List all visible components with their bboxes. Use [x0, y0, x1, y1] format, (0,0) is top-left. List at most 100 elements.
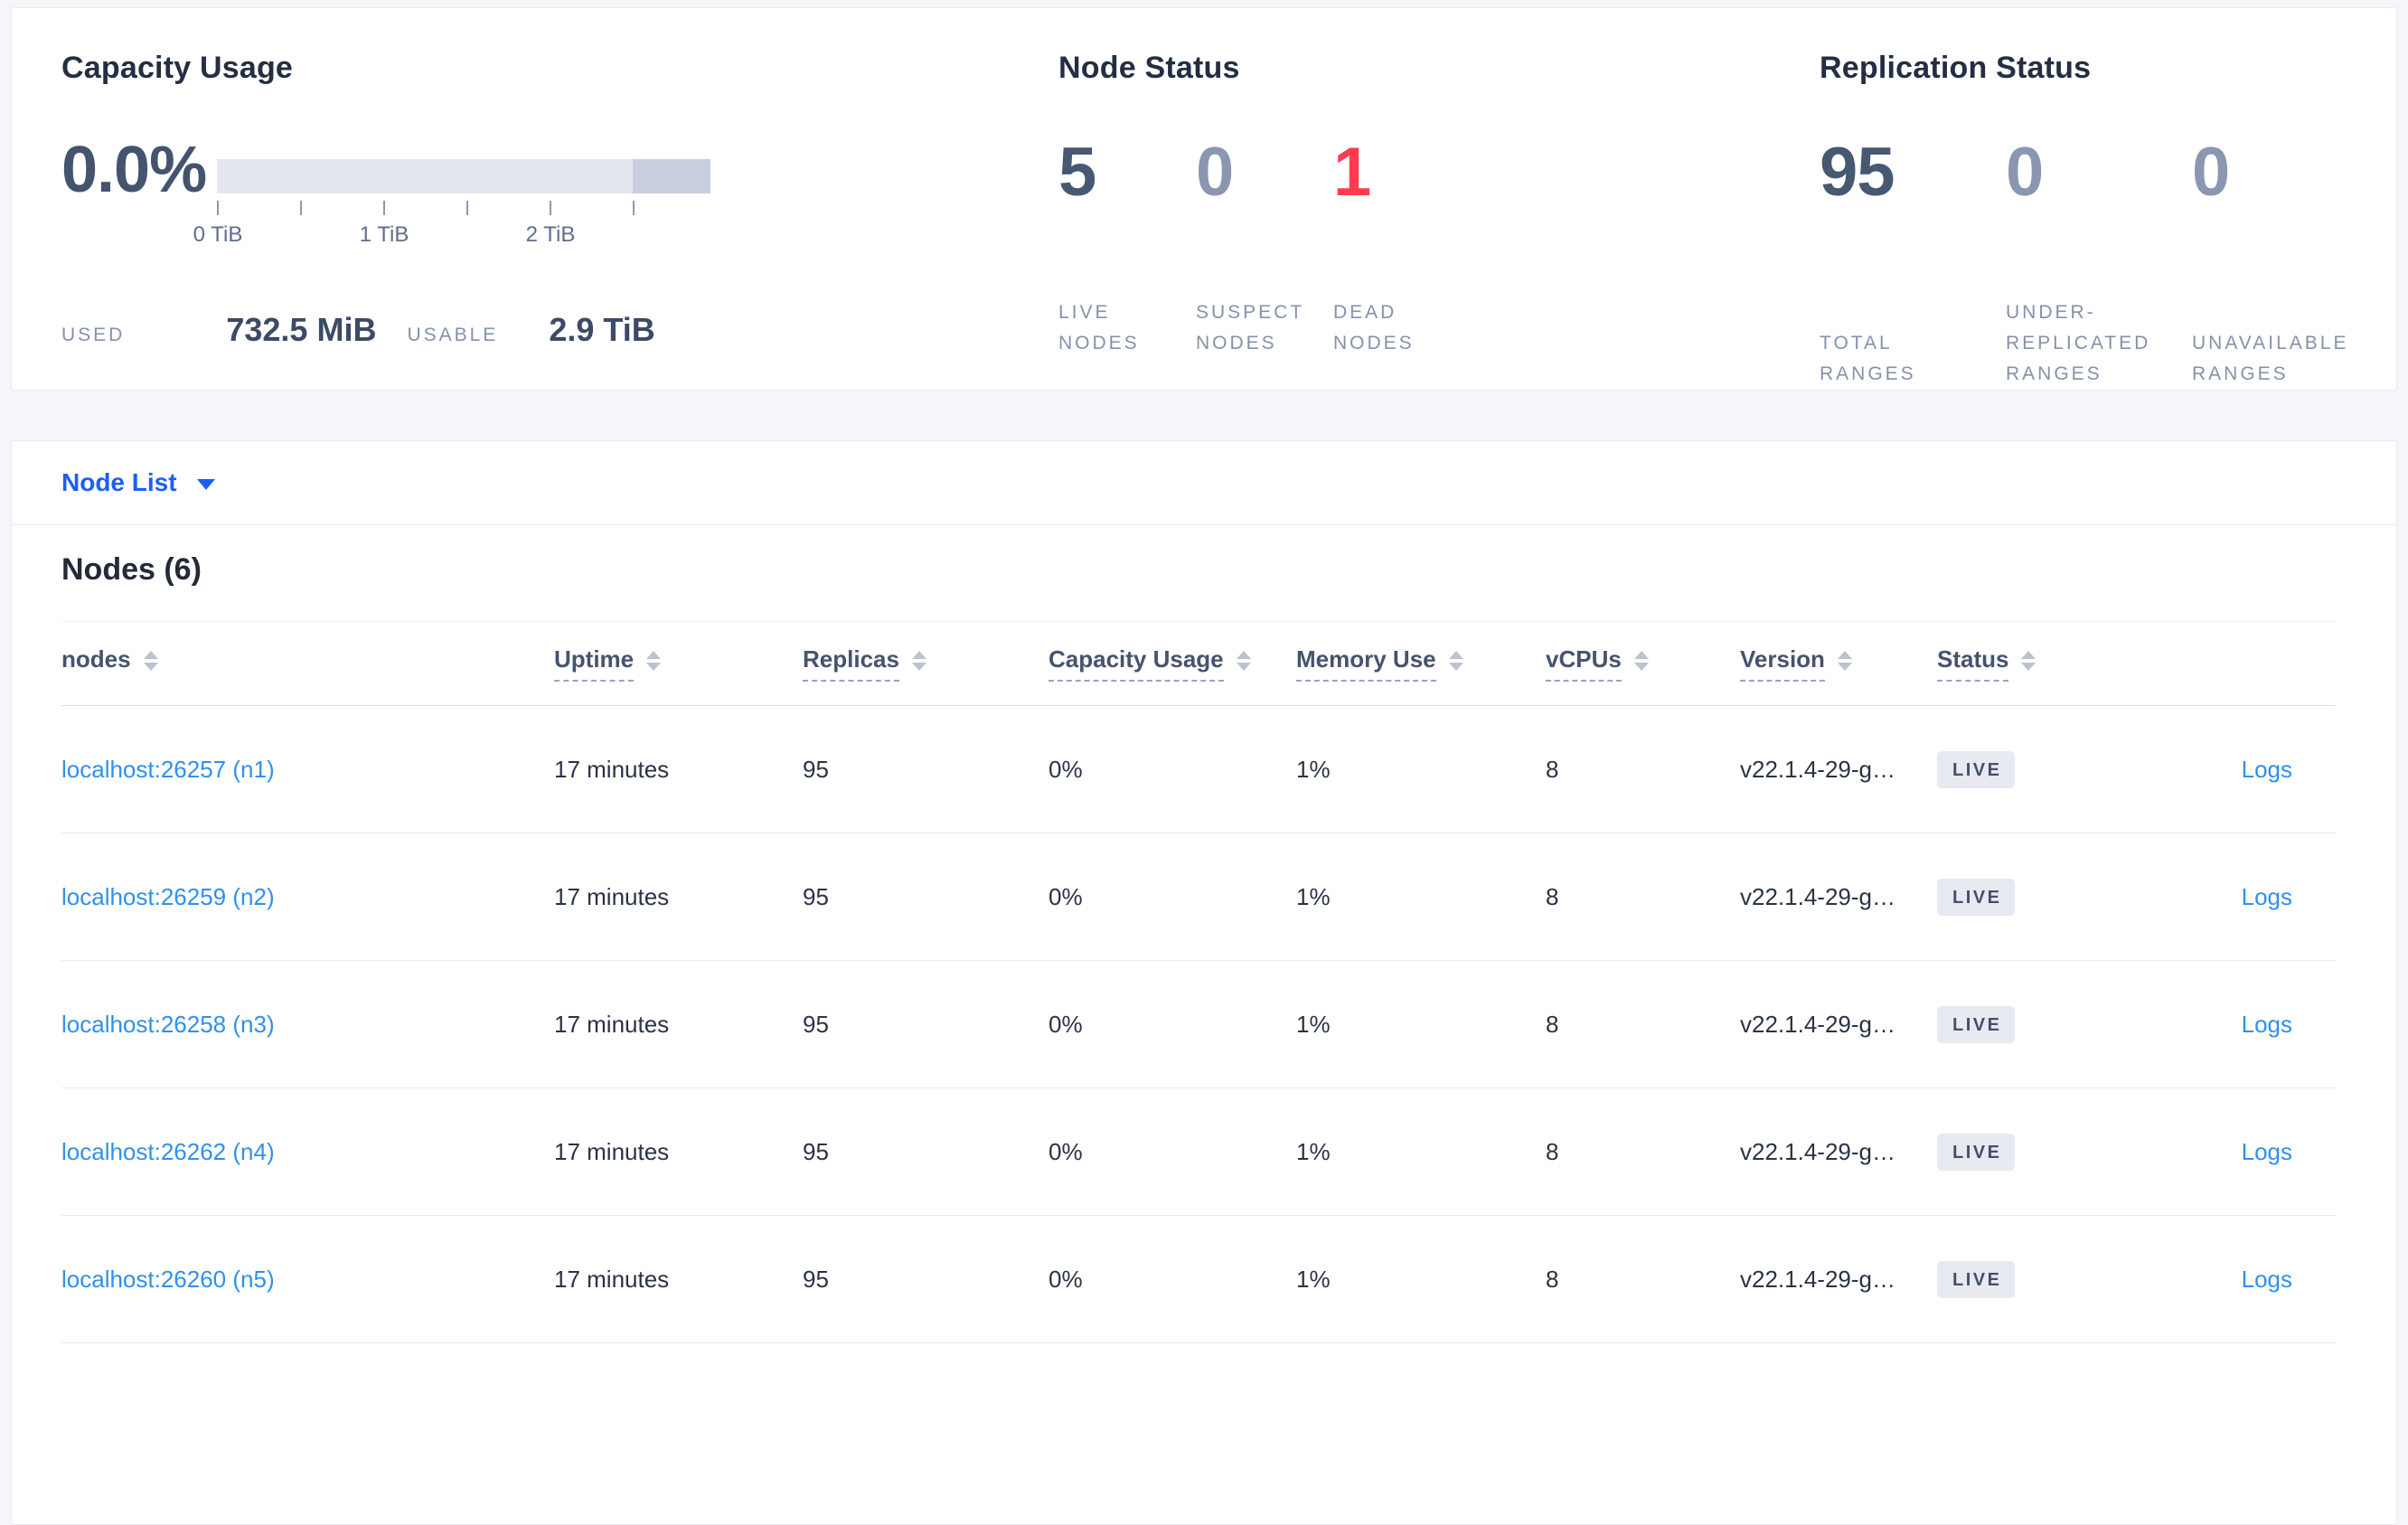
sort-icon — [1236, 651, 1251, 671]
sort-icon — [143, 651, 158, 671]
logs-link[interactable]: Logs — [2242, 1266, 2292, 1293]
dead-nodes-count: 1 — [1333, 134, 1371, 211]
used-label: USED — [61, 325, 126, 345]
vcpus-cell: 8 — [1546, 882, 1559, 910]
capacity-cell: 0% — [1049, 1137, 1083, 1165]
column-label: Capacity Usage — [1049, 645, 1224, 682]
node-status-panel-title: Node Status — [1058, 51, 1240, 85]
uptime-cell: 17 minutes — [554, 755, 670, 783]
replication-status-panel: Replication Status 95 0 0 TOTAL RANGES U… — [1809, 8, 2396, 390]
uptime-cell: 17 minutes — [554, 1265, 670, 1293]
node-link[interactable]: localhost:26260 (n5) — [61, 1266, 275, 1293]
column-label: nodes — [61, 645, 131, 673]
view-selector[interactable]: Node List — [12, 441, 2396, 525]
axis-tick — [383, 201, 385, 215]
axis-tick — [550, 201, 551, 215]
axis-tick — [466, 201, 468, 215]
node-link[interactable]: localhost:26257 (n1) — [61, 756, 275, 783]
capacity-cell: 0% — [1049, 1265, 1083, 1293]
live-nodes-label: LIVE NODES — [1058, 301, 1140, 353]
node-status-labels: LIVE NODES SUSPECT NODES DEAD NODES — [1058, 297, 1809, 359]
column-header-nodes[interactable]: nodes — [61, 645, 554, 682]
used-value: 732.5 MiB — [226, 311, 377, 348]
table-row: localhost:26262 (n4) 17 minutes 95 0% 1%… — [61, 1088, 2336, 1216]
total-ranges-label: TOTAL RANGES — [1820, 332, 1916, 384]
axis-tick-label: 0 TiB — [193, 222, 243, 247]
logs-link[interactable]: Logs — [2242, 1138, 2292, 1165]
unavailable-ranges-count: 0 — [2192, 134, 2230, 211]
column-label: Version — [1740, 645, 1825, 682]
view-selector-label[interactable]: Node List — [61, 468, 177, 497]
capacity-bar-chart: 0 TiB 1 TiB 2 TiB — [193, 159, 710, 249]
node-link[interactable]: localhost:26262 (n4) — [61, 1138, 275, 1165]
capacity-panel-title: Capacity Usage — [61, 51, 294, 85]
status-badge: LIVE — [1937, 750, 2016, 788]
replicas-cell: 95 — [803, 1265, 829, 1293]
sort-icon — [911, 651, 927, 671]
vcpus-cell: 8 — [1546, 1010, 1559, 1038]
column-label: Memory Use — [1296, 645, 1436, 682]
column-header-replicas[interactable]: Replicas — [803, 645, 1049, 682]
vcpus-cell: 8 — [1546, 1265, 1559, 1293]
node-status-values: 5 0 1 — [1058, 136, 1809, 209]
uptime-cell: 17 minutes — [554, 882, 670, 910]
version-cell: v22.1.4-29-g… — [1740, 755, 1895, 783]
node-list-card: Node List Nodes (6) nodes Uptime Replica… — [11, 440, 2397, 1525]
status-badge: LIVE — [1937, 1133, 2016, 1171]
vcpus-cell: 8 — [1546, 755, 1559, 783]
capacity-usage-panel: Capacity Usage 0.0% 0 TiB 1 TiB 2 TiB US… — [12, 8, 1049, 390]
memory-cell: 1% — [1296, 1137, 1331, 1165]
live-nodes-count: 5 — [1058, 134, 1096, 211]
column-header-version[interactable]: Version — [1740, 645, 1937, 682]
replicas-cell: 95 — [803, 1010, 829, 1038]
node-link[interactable]: localhost:26259 (n2) — [61, 883, 275, 910]
sort-icon — [1448, 651, 1463, 671]
usable-value: 2.9 TiB — [549, 311, 655, 348]
column-header-vcpus[interactable]: vCPUs — [1546, 645, 1740, 682]
capacity-gauge-row: 0.0% 0 TiB 1 TiB 2 TiB — [61, 136, 1049, 249]
column-label: Uptime — [554, 645, 635, 682]
version-cell: v22.1.4-29-g… — [1740, 1137, 1895, 1165]
column-header-memory-use[interactable]: Memory Use — [1296, 645, 1546, 682]
status-badge: LIVE — [1937, 878, 2016, 916]
version-cell: v22.1.4-29-g… — [1740, 882, 1895, 910]
memory-cell: 1% — [1296, 755, 1331, 783]
column-label: Replicas — [803, 645, 899, 682]
sort-icon — [2021, 651, 2036, 671]
status-badge: LIVE — [1937, 1005, 2016, 1043]
table-row: localhost:26258 (n3) 17 minutes 95 0% 1%… — [61, 961, 2336, 1088]
capacity-stats-row: USED 732.5 MiB USABLE 2.9 TiB — [61, 311, 1049, 349]
memory-cell: 1% — [1296, 1265, 1331, 1293]
logs-link[interactable]: Logs — [2242, 883, 2292, 910]
replicas-cell: 95 — [803, 1137, 829, 1165]
column-label: Status — [1937, 645, 2009, 682]
capacity-bar — [217, 159, 710, 193]
memory-cell: 1% — [1296, 882, 1331, 910]
table-row: localhost:26257 (n1) 17 minutes 95 0% 1%… — [61, 706, 2336, 833]
node-link[interactable]: localhost:26258 (n3) — [61, 1011, 275, 1038]
logs-link[interactable]: Logs — [2242, 1011, 2292, 1038]
replicas-cell: 95 — [803, 882, 829, 910]
capacity-cell: 0% — [1049, 755, 1083, 783]
usable-label: USABLE — [407, 325, 499, 345]
version-cell: v22.1.4-29-g… — [1740, 1010, 1895, 1038]
replication-panel-title: Replication Status — [1820, 51, 2092, 85]
logs-link[interactable]: Logs — [2242, 756, 2292, 783]
capacity-cell: 0% — [1049, 882, 1083, 910]
column-header-status[interactable]: Status — [1937, 645, 2168, 682]
memory-cell: 1% — [1296, 1010, 1331, 1038]
status-badge: LIVE — [1937, 1260, 2016, 1298]
uptime-cell: 17 minutes — [554, 1137, 670, 1165]
axis-tick — [633, 201, 635, 215]
cluster-summary-card: Capacity Usage 0.0% 0 TiB 1 TiB 2 TiB US… — [11, 7, 2397, 391]
table-row: localhost:26259 (n2) 17 minutes 95 0% 1%… — [61, 833, 2336, 961]
axis-tick-label: 2 TiB — [525, 222, 576, 247]
nodes-section-title: Nodes (6) — [61, 552, 202, 587]
under-replicated-ranges-label: UNDER- REPLICATED RANGES — [2006, 301, 2151, 384]
replicas-cell: 95 — [803, 755, 829, 783]
dead-nodes-label: DEAD NODES — [1333, 301, 1415, 353]
column-header-uptime[interactable]: Uptime — [554, 645, 803, 682]
replication-labels: TOTAL RANGES UNDER- REPLICATED RANGES UN… — [1820, 297, 2396, 390]
sort-icon — [1633, 651, 1649, 671]
column-header-capacity-usage[interactable]: Capacity Usage — [1049, 645, 1296, 682]
